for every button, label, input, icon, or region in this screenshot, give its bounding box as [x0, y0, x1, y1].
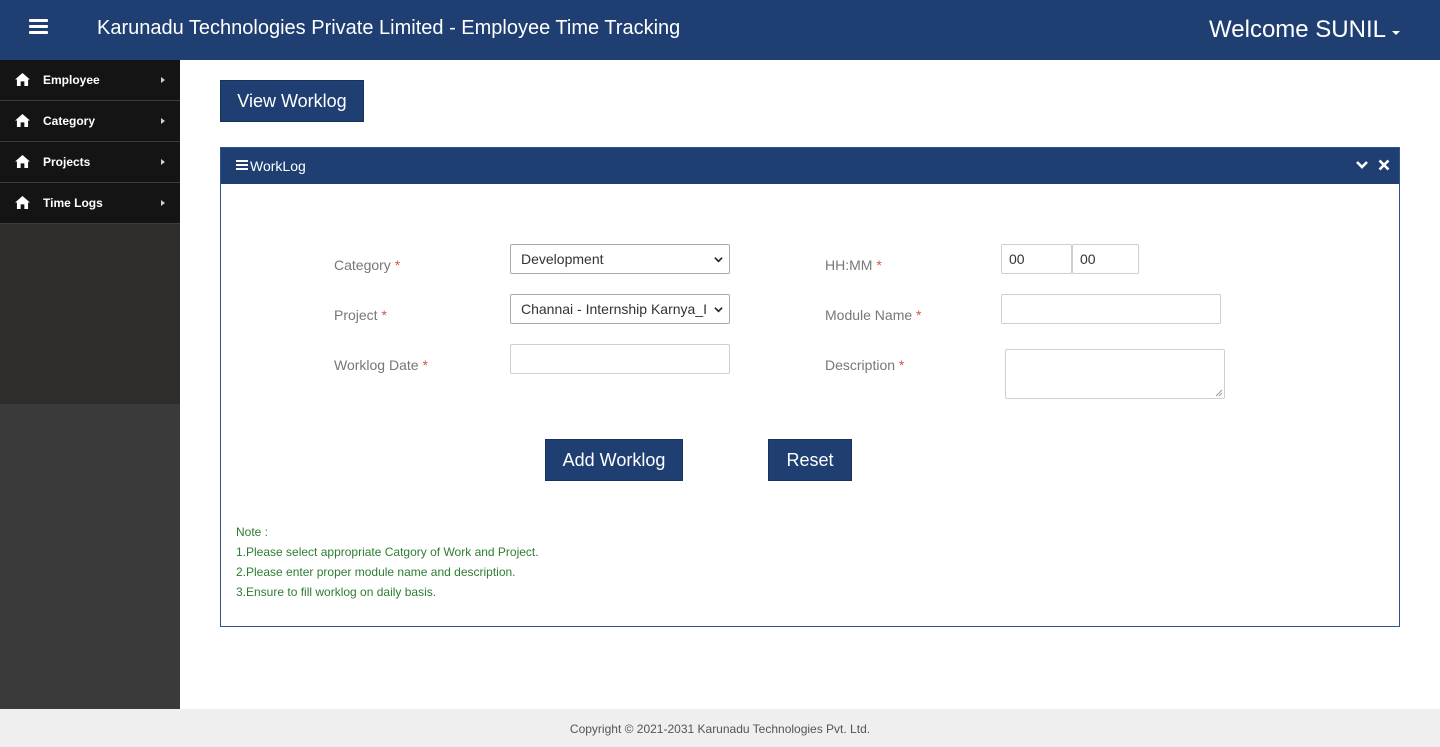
worklog-date-input[interactable]	[510, 344, 730, 374]
sidebar-item-employee[interactable]: Employee	[0, 60, 180, 101]
welcome-text: Welcome SUNIL	[1209, 16, 1386, 43]
hours-input[interactable]: 00	[1001, 244, 1072, 274]
hamburger-menu-icon[interactable]	[29, 19, 48, 35]
note-line: 3.Ensure to fill worklog on daily basis.	[236, 585, 437, 599]
sidebar-item-category[interactable]: Category	[0, 101, 180, 142]
sidebar-item-time-logs[interactable]: Time Logs	[0, 183, 180, 224]
description-label: Description *	[825, 357, 905, 373]
category-label: Category *	[334, 257, 401, 273]
view-worklog-button[interactable]: View Worklog	[220, 80, 364, 122]
home-icon	[15, 114, 30, 127]
chevron-down-icon[interactable]	[1355, 158, 1369, 172]
sidebar-item-label: Projects	[43, 155, 91, 169]
sidebar-item-label: Time Logs	[43, 196, 103, 210]
caret-right-icon	[161, 118, 165, 124]
note-title: Note :	[236, 525, 269, 539]
home-icon	[15, 73, 30, 86]
project-selected-value: Channai - Internship Karnya_I	[521, 301, 706, 317]
panel-header: WorkLog	[221, 148, 1399, 184]
caret-down-icon	[1392, 31, 1400, 35]
project-label: Project *	[334, 307, 387, 323]
sidebar-item-label: Employee	[43, 73, 100, 87]
home-icon	[15, 155, 30, 168]
sidebar-spacer	[0, 224, 180, 404]
category-selected-value: Development	[521, 251, 604, 267]
category-select[interactable]: Development	[510, 244, 730, 274]
note-block: Note : 1.Please select appropriate Catgo…	[236, 522, 539, 602]
chevron-down-icon	[714, 257, 723, 263]
home-icon	[15, 196, 30, 209]
app-title: Karunadu Technologies Private Limited - …	[97, 17, 681, 39]
sidebar: Employee Category Projects Time Logs	[0, 60, 180, 709]
caret-right-icon	[161, 200, 165, 206]
note-line: 2.Please enter proper module name and de…	[236, 565, 516, 579]
footer: Copyright © 2021-2031 Karunadu Technolog…	[0, 709, 1440, 747]
resize-grip-icon[interactable]	[1215, 389, 1223, 397]
chevron-down-icon	[714, 307, 723, 313]
module-name-input[interactable]	[1001, 294, 1221, 324]
project-select[interactable]: Channai - Internship Karnya_I	[510, 294, 730, 324]
hhmm-label: HH:MM *	[825, 257, 882, 273]
user-menu[interactable]: Welcome SUNIL	[1209, 16, 1400, 44]
panel-title: WorkLog	[250, 158, 306, 174]
add-worklog-button[interactable]: Add Worklog	[545, 439, 683, 481]
top-navbar: Karunadu Technologies Private Limited - …	[0, 0, 1440, 60]
description-textarea[interactable]	[1005, 349, 1225, 399]
worklog-date-label: Worklog Date *	[334, 357, 428, 373]
caret-right-icon	[161, 77, 165, 83]
sidebar-item-projects[interactable]: Projects	[0, 142, 180, 183]
note-line: 1.Please select appropriate Catgory of W…	[236, 545, 539, 559]
minutes-input[interactable]: 00	[1072, 244, 1139, 274]
sidebar-item-label: Category	[43, 114, 96, 128]
copyright-text: Copyright © 2021-2031 Karunadu Technolog…	[569, 722, 871, 736]
module-name-label: Module Name *	[825, 307, 922, 323]
bars-icon	[236, 160, 248, 170]
caret-right-icon	[161, 159, 165, 165]
close-icon[interactable]	[1377, 158, 1391, 172]
reset-button[interactable]: Reset	[768, 439, 852, 481]
